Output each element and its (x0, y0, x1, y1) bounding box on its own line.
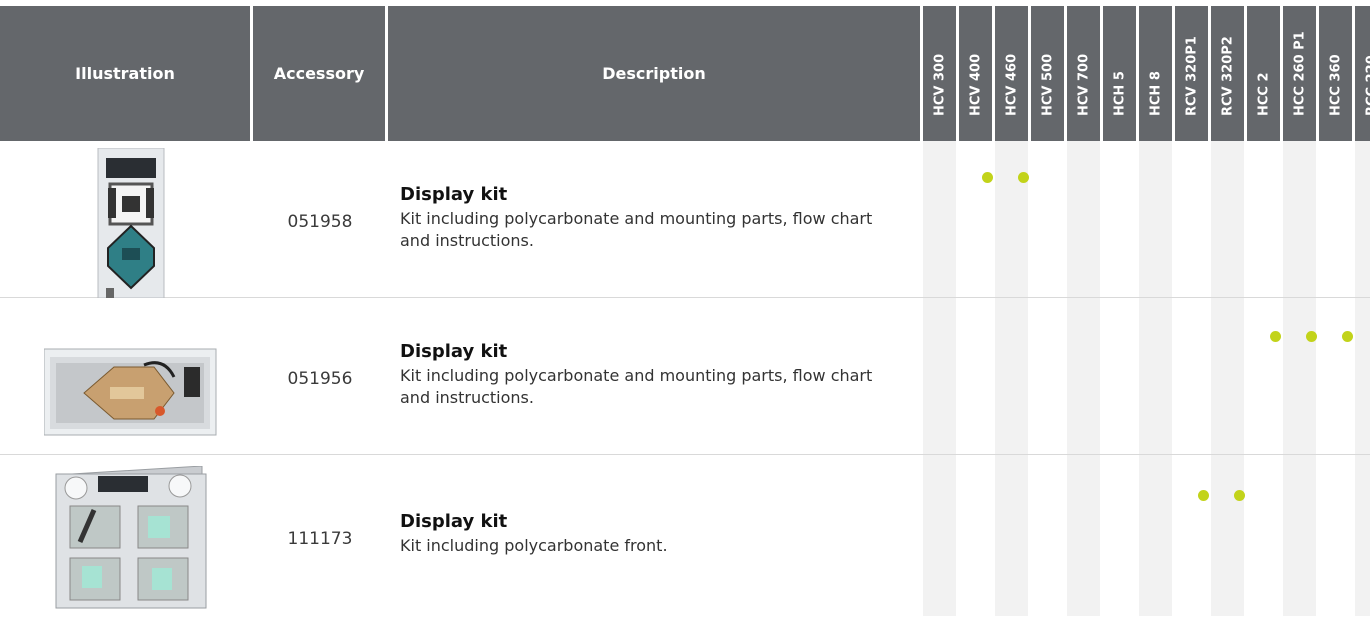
model-column (1283, 141, 1316, 616)
model-column (1139, 141, 1172, 616)
display-kit-vertical-unit-image (92, 147, 170, 299)
row-divider (0, 297, 1370, 298)
accessory-title: Display kit (400, 511, 508, 532)
compatibility-dot (1018, 172, 1029, 183)
model-header: HCH 5 (1103, 6, 1136, 141)
model-column (1067, 141, 1100, 616)
header-description-label: Description (602, 64, 706, 83)
model-header-label: HCV 500 (1040, 53, 1055, 116)
compatibility-dot (1234, 490, 1245, 501)
accessory-title: Display kit (400, 341, 508, 362)
display-kit-cube-unit-image (52, 465, 208, 616)
model-column (959, 141, 992, 616)
model-column (1211, 141, 1244, 616)
accessory-description: Display kit Kit including polycarbonate … (400, 184, 900, 252)
model-column (995, 141, 1028, 616)
model-header: HCV 400 (959, 6, 992, 141)
model-header: HCH 8 (1139, 6, 1172, 141)
model-header: RCC 220 (1355, 6, 1370, 141)
accessory-text: Kit including polycarbonate front. (400, 536, 668, 555)
accessory-text: Kit including polycarbonate and mounting… (400, 209, 873, 250)
model-header-label: RCV 320P2 (1220, 36, 1235, 116)
model-header-label: HCV 460 (1004, 53, 1019, 116)
model-header: RCV 320P1 (1175, 6, 1208, 141)
header-accessory: Accessory (253, 6, 385, 141)
row-divider (0, 454, 1370, 455)
model-column (1355, 141, 1370, 616)
header-illustration-label: Illustration (75, 64, 175, 83)
accessory-description: Display kit Kit including polycarbonate … (400, 511, 900, 557)
compatibility-dot (1198, 490, 1209, 501)
model-header: HCC 260 P1 (1283, 6, 1316, 141)
model-column (1175, 141, 1208, 616)
model-header: HCV 700 (1067, 6, 1100, 141)
compatibility-dot (1342, 331, 1353, 342)
accessory-number: 111173 (287, 529, 353, 549)
compatibility-dot (982, 172, 993, 183)
display-kit-horizontal-unit-image (43, 347, 218, 437)
header-description: Description (388, 6, 920, 141)
header-illustration: Illustration (0, 6, 250, 141)
model-column (1319, 141, 1352, 616)
model-header: HCC 2 (1247, 6, 1280, 141)
model-header-label: HCV 300 (932, 53, 947, 116)
model-header-label: HCC 260 P1 (1292, 31, 1307, 116)
model-header-label: RCV 320P1 (1184, 36, 1199, 116)
model-header: HCV 460 (995, 6, 1028, 141)
accessory-description: Display kit Kit including polycarbonate … (400, 341, 900, 409)
compatibility-dot (1306, 331, 1317, 342)
model-header: RCV 320P2 (1211, 6, 1244, 141)
model-column (1103, 141, 1136, 616)
model-header: HCC 360 (1319, 6, 1352, 141)
model-header-label: HCC 360 (1328, 54, 1343, 116)
header-accessory-label: Accessory (273, 64, 365, 83)
model-column (923, 141, 956, 616)
accessory-number: 051958 (287, 212, 353, 232)
model-header-label: HCH 5 (1112, 71, 1127, 116)
model-header-label: RCC 220 (1364, 55, 1370, 116)
model-column (1247, 141, 1280, 616)
model-header-label: HCC 2 (1256, 72, 1271, 116)
model-header-label: HCV 400 (968, 53, 983, 116)
model-header-label: HCV 700 (1076, 53, 1091, 116)
accessory-number: 051956 (287, 369, 353, 389)
accessory-text: Kit including polycarbonate and mounting… (400, 366, 873, 407)
accessory-title: Display kit (400, 184, 508, 205)
model-header: HCV 500 (1031, 6, 1064, 141)
model-header-label: HCH 8 (1148, 71, 1163, 116)
model-header: HCV 300 (923, 6, 956, 141)
compatibility-dot (1270, 331, 1281, 342)
model-column (1031, 141, 1064, 616)
